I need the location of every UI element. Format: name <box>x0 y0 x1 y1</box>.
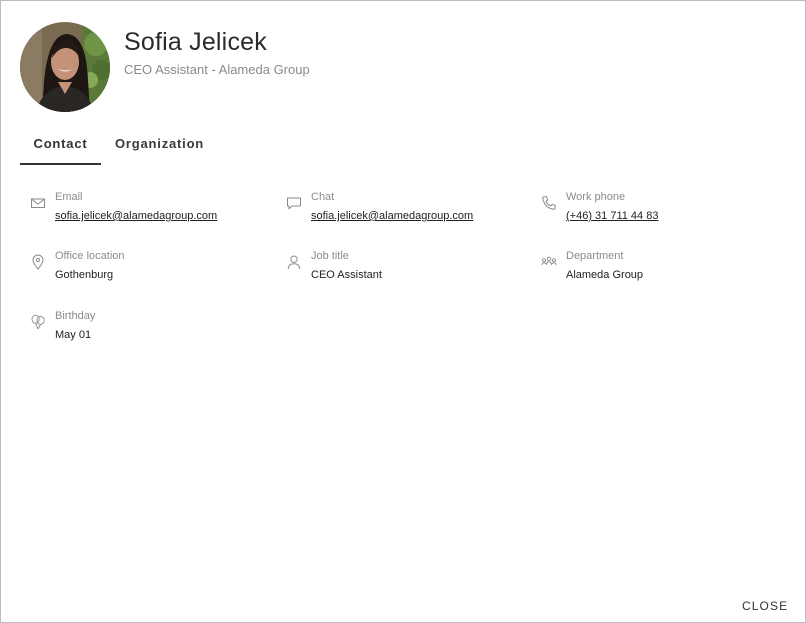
chat-link[interactable]: sofia.jelicek@alamedagroup.com <box>311 210 473 222</box>
department-label: Department <box>566 250 624 262</box>
profile-subtitle: CEO Assistant - Alameda Group <box>124 62 310 77</box>
location-pin-icon <box>30 254 46 270</box>
birthday-label: Birthday <box>55 310 96 322</box>
field-email: Email sofia.jelicek@alamedagroup.com <box>30 191 270 231</box>
work-phone-link[interactable]: (+46) 31 711 44 83 <box>566 210 658 222</box>
avatar-photo <box>20 22 110 112</box>
profile-name: Sofia Jelicek <box>124 28 267 56</box>
close-button[interactable]: CLOSE <box>742 599 788 613</box>
field-job-title: Job title CEO Assistant <box>286 250 526 290</box>
department-value: Alameda Group <box>566 269 644 281</box>
contact-card: Sofia Jelicek CEO Assistant - Alameda Gr… <box>0 0 806 623</box>
tab-contact[interactable]: Contact <box>20 125 101 165</box>
email-link[interactable]: sofia.jelicek@alamedagroup.com <box>55 210 217 222</box>
chat-icon <box>286 195 302 211</box>
birthday-value: May 01 <box>55 329 92 341</box>
field-work-phone: Work phone (+46) 31 711 44 83 <box>541 191 781 231</box>
work-phone-label: Work phone <box>566 191 626 203</box>
office-location-value: Gothenburg <box>55 269 114 281</box>
phone-icon <box>541 195 557 211</box>
mail-icon <box>30 195 46 211</box>
field-birthday: Birthday May 01 <box>30 310 270 350</box>
chat-label: Chat <box>311 191 335 203</box>
field-chat: Chat sofia.jelicek@alamedagroup.com <box>286 191 526 231</box>
job-title-value: CEO Assistant <box>311 269 382 281</box>
field-department: Department Alameda Group <box>541 250 781 290</box>
balloons-icon <box>30 314 46 330</box>
job-title-label: Job title <box>311 250 349 262</box>
tab-organization[interactable]: Organization <box>101 125 204 163</box>
tab-bar: Contact Organization <box>20 125 204 165</box>
email-label: Email <box>55 191 83 203</box>
person-icon <box>286 254 302 270</box>
field-office-location: Office location Gothenburg <box>30 250 270 290</box>
team-icon <box>541 254 557 270</box>
office-location-label: Office location <box>55 250 125 262</box>
avatar <box>20 22 110 112</box>
